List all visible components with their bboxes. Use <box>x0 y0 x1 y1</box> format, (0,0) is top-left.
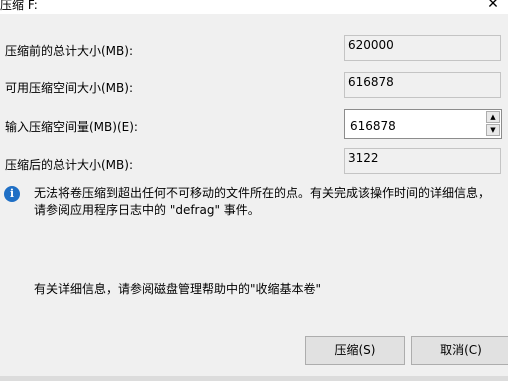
spin-down-button[interactable]: ▼ <box>486 124 500 136</box>
info-message: 无法将卷压缩到超出任何不可移动的文件所在的点。有关完成该操作时间的详细信息，请参… <box>34 186 491 217</box>
shrink-amount-input[interactable] <box>346 111 484 137</box>
spin-up-button[interactable]: ▲ <box>486 111 500 123</box>
bottom-edge <box>0 376 508 381</box>
total-before-label: 压缩前的总计大小(MB): <box>5 44 133 58</box>
shrink-amount-label: 输入压缩空间量(MB)(E): <box>5 120 138 134</box>
available-space-field: 616878 <box>344 72 501 98</box>
cancel-button[interactable]: 取消(C) <box>411 336 508 365</box>
shrink-button[interactable]: 压缩(S) <box>305 336 405 365</box>
total-after-field: 3122 <box>344 148 501 174</box>
total-after-label: 压缩后的总计大小(MB): <box>5 158 133 172</box>
shrink-amount-spinner[interactable]: ▲ ▼ <box>344 109 502 139</box>
window-title: 压缩 F: <box>0 0 38 12</box>
close-button[interactable]: ✕ <box>478 0 508 14</box>
total-before-field: 620000 <box>344 35 501 61</box>
title-bar: 压缩 F: ✕ <box>0 0 508 14</box>
info-icon: i <box>4 186 20 202</box>
available-space-label: 可用压缩空间大小(MB): <box>5 81 133 95</box>
help-text: 有关详细信息，请参阅磁盘管理帮助中的"收缩基本卷" <box>34 282 322 296</box>
